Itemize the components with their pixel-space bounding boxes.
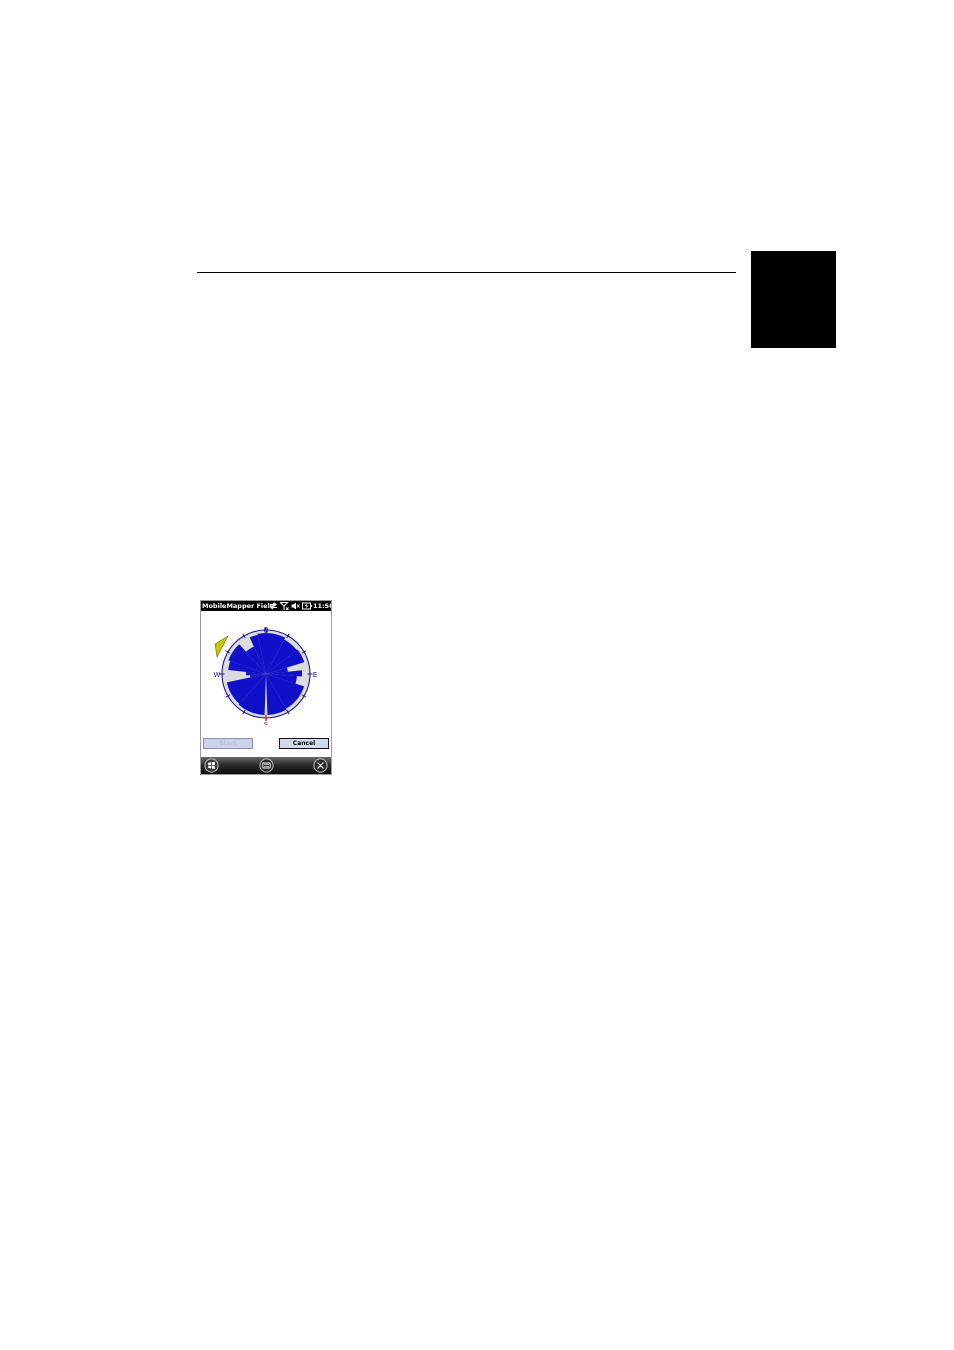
signal-antenna-icon[interactable] [280,602,289,610]
heading-indicator-icon [214,635,229,658]
sync-arrows-icon[interactable] [269,602,278,610]
keyboard-icon[interactable] [259,758,274,773]
cardinal-north: N [263,627,268,635]
start-button[interactable]: Start [203,738,253,749]
cardinal-south: S [264,721,269,725]
battery-charging-icon[interactable] [302,602,312,610]
cancel-button[interactable]: Cancel [279,738,329,749]
cardinal-west: W [214,671,221,679]
cardinal-east: E [313,671,317,679]
status-bar: MobileMapper Field 11:56 [201,601,331,611]
app-title: MobileMapper Field [202,602,275,610]
chapter-tab [751,251,836,348]
status-clock: 11:56 [313,602,332,610]
windows-start-icon[interactable] [204,758,219,773]
header-rule [197,272,736,273]
close-icon[interactable] [313,758,328,773]
speaker-muted-icon[interactable] [291,602,300,610]
device-screenshot: MobileMapper Field 11:56 N S E W Start C… [200,600,332,775]
taskbar [201,757,331,774]
satellite-sky-plot: N S E W [214,627,318,726]
